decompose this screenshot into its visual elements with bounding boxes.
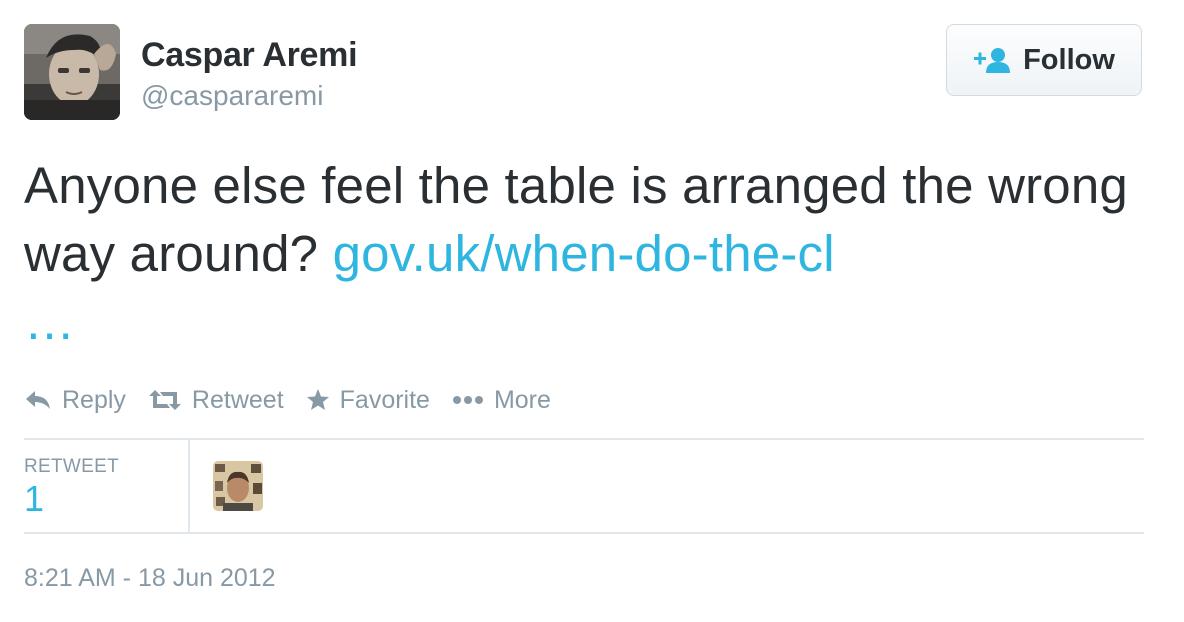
author-display-name[interactable]: Caspar Aremi <box>141 36 358 75</box>
tweet-link-text: gov.uk/when-do-the-cl <box>332 225 835 282</box>
reply-button[interactable]: Reply <box>24 386 126 415</box>
stats-divider <box>188 440 190 532</box>
retweet-icon <box>148 390 181 410</box>
follow-button[interactable]: Follow <box>946 24 1142 96</box>
star-icon <box>306 389 329 410</box>
retweet-count-label: RETWEET <box>24 456 119 477</box>
tweet-card: Caspar Aremi @caspararemi Follow Anyone … <box>0 0 1184 622</box>
tweet-timestamp[interactable]: 8:21 AM - 18 Jun 2012 <box>24 564 276 593</box>
more-dots-icon <box>452 396 483 404</box>
retweet-button[interactable]: Retweet <box>148 386 284 415</box>
more-button[interactable]: More <box>452 386 551 415</box>
divider <box>24 532 1144 534</box>
favorite-button[interactable]: Favorite <box>306 386 430 415</box>
favorite-label: Favorite <box>339 385 430 414</box>
retweet-count[interactable]: 1 <box>24 478 44 520</box>
author-avatar[interactable] <box>24 24 120 120</box>
follow-button-label: Follow <box>1023 43 1115 76</box>
tweet-link-ellipsis: … <box>24 293 76 350</box>
reply-label: Reply <box>62 385 126 414</box>
tweet-text: Anyone else feel the table is arranged t… <box>24 152 1164 356</box>
retweeter-photo <box>213 461 263 511</box>
add-user-icon <box>974 48 1011 73</box>
more-label: More <box>493 385 551 414</box>
retweet-label: Retweet <box>191 385 284 414</box>
author-photo <box>24 24 120 120</box>
retweeter-avatar[interactable] <box>213 461 263 511</box>
reply-icon <box>26 391 50 409</box>
tweet-actions: Reply Retweet Favorite More <box>24 382 573 418</box>
author-screen-name[interactable]: @caspararemi <box>141 80 323 112</box>
divider <box>24 438 1144 440</box>
